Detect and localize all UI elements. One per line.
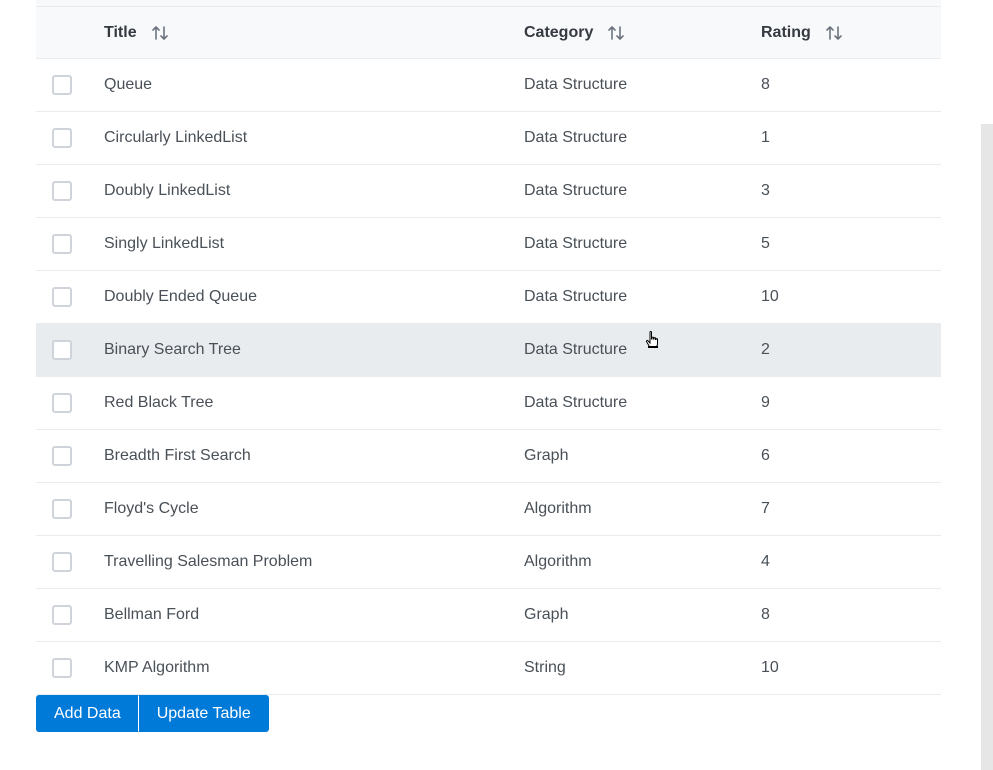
cell-rating: 6 <box>761 447 770 464</box>
table-row[interactable]: Doubly LinkedList Data Structure 3 <box>36 165 941 218</box>
table-row[interactable]: Singly LinkedList Data Structure 5 <box>36 218 941 271</box>
table-row[interactable]: Queue Data Structure 8 <box>36 59 941 112</box>
cell-title: Breadth First Search <box>104 447 251 464</box>
cell-title: Floyd's Cycle <box>104 500 199 517</box>
cell-title: Red Black Tree <box>104 394 214 411</box>
row-check-cell <box>36 287 104 307</box>
cell-rating: 3 <box>761 182 770 199</box>
row-check-cell <box>36 128 104 148</box>
table-row[interactable]: KMP Algorithm String 10 <box>36 642 941 695</box>
action-button-group: Add Data Update Table <box>36 695 269 732</box>
cell-title: Queue <box>104 76 153 93</box>
cell-rating: 8 <box>761 76 770 93</box>
table-top-border <box>36 0 941 7</box>
column-header-category-label: Category <box>524 23 594 41</box>
row-checkbox[interactable] <box>52 234 72 254</box>
scrollbar-thumb[interactable] <box>981 124 993 770</box>
cell-title: Singly LinkedList <box>104 235 225 252</box>
column-header-rating-label: Rating <box>761 23 811 41</box>
table-row[interactable]: Breadth First Search Graph 6 <box>36 430 941 483</box>
row-checkbox[interactable] <box>52 287 72 307</box>
cell-rating: 10 <box>761 288 779 305</box>
row-checkbox[interactable] <box>52 605 72 625</box>
row-checkbox[interactable] <box>52 128 72 148</box>
row-check-cell <box>36 658 104 678</box>
cell-rating: 5 <box>761 235 770 252</box>
table-row[interactable]: Travelling Salesman Problem Algorithm 4 <box>36 536 941 589</box>
row-checkbox[interactable] <box>52 340 72 360</box>
cell-title: Doubly Ended Queue <box>104 288 257 305</box>
cell-category: String <box>524 659 566 676</box>
row-checkbox[interactable] <box>52 552 72 572</box>
column-header-rating[interactable]: Rating <box>761 24 941 42</box>
cell-category: Data Structure <box>524 341 628 358</box>
cell-rating: 1 <box>761 129 770 146</box>
row-check-cell <box>36 75 104 95</box>
cell-rating: 4 <box>761 553 770 570</box>
row-checkbox[interactable] <box>52 393 72 413</box>
cell-rating: 7 <box>761 500 770 517</box>
column-header-title-label: Title <box>104 23 137 41</box>
row-check-cell <box>36 340 104 360</box>
cell-category: Data Structure <box>524 394 628 411</box>
cell-category: Data Structure <box>524 235 628 252</box>
row-check-cell <box>36 393 104 413</box>
update-table-button[interactable]: Update Table <box>138 695 269 732</box>
row-checkbox[interactable] <box>52 75 72 95</box>
cell-category: Data Structure <box>524 129 628 146</box>
row-checkbox[interactable] <box>52 181 72 201</box>
table-body: Queue Data Structure 8 Circularly LinkedLis… <box>36 59 941 695</box>
cell-rating: 8 <box>761 606 770 623</box>
cell-rating: 2 <box>761 341 770 358</box>
table-row[interactable]: Floyd's Cycle Algorithm 7 <box>36 483 941 536</box>
hand-pointer-icon <box>645 331 658 348</box>
table-row[interactable]: Circularly LinkedList Data Structure 1 <box>36 112 941 165</box>
cell-category: Algorithm <box>524 553 592 570</box>
row-checkbox[interactable] <box>52 499 72 519</box>
row-check-cell <box>36 446 104 466</box>
cell-title: Binary Search Tree <box>104 341 241 358</box>
cell-category: Data Structure <box>524 76 628 93</box>
row-check-cell <box>36 605 104 625</box>
cell-rating: 10 <box>761 659 779 676</box>
page: Title Category Rating Queue Data Structu… <box>0 0 993 770</box>
cell-title: Circularly LinkedList <box>104 129 248 146</box>
cell-title: Doubly LinkedList <box>104 182 231 199</box>
row-checkbox[interactable] <box>52 658 72 678</box>
sort-icon[interactable] <box>151 24 169 42</box>
cell-category: Algorithm <box>524 500 592 517</box>
cell-title: Bellman Ford <box>104 606 200 623</box>
row-check-cell <box>36 499 104 519</box>
sort-icon[interactable] <box>825 24 843 42</box>
data-table: Title Category Rating Queue Data Structu… <box>36 0 941 695</box>
cell-title: KMP Algorithm <box>104 659 210 676</box>
sort-icon[interactable] <box>607 24 625 42</box>
cell-category: Data Structure <box>524 182 628 199</box>
add-data-button[interactable]: Add Data <box>36 695 139 732</box>
row-check-cell <box>36 181 104 201</box>
column-header-category[interactable]: Category <box>524 24 761 42</box>
table-row[interactable]: Bellman Ford Graph 8 <box>36 589 941 642</box>
table-header-row: Title Category Rating <box>36 7 941 59</box>
cell-category: Graph <box>524 447 569 464</box>
cell-category: Data Structure <box>524 288 628 305</box>
cell-title: Travelling Salesman Problem <box>104 553 313 570</box>
cell-category: Graph <box>524 606 569 623</box>
table-row[interactable]: Red Black Tree Data Structure 9 <box>36 377 941 430</box>
row-check-cell <box>36 552 104 572</box>
row-check-cell <box>36 234 104 254</box>
table-row[interactable]: Doubly Ended Queue Data Structure 10 <box>36 271 941 324</box>
table-row[interactable]: Binary Search Tree Data Structure 2 <box>36 324 941 377</box>
row-checkbox[interactable] <box>52 446 72 466</box>
cell-rating: 9 <box>761 394 770 411</box>
column-header-title[interactable]: Title <box>104 24 524 42</box>
